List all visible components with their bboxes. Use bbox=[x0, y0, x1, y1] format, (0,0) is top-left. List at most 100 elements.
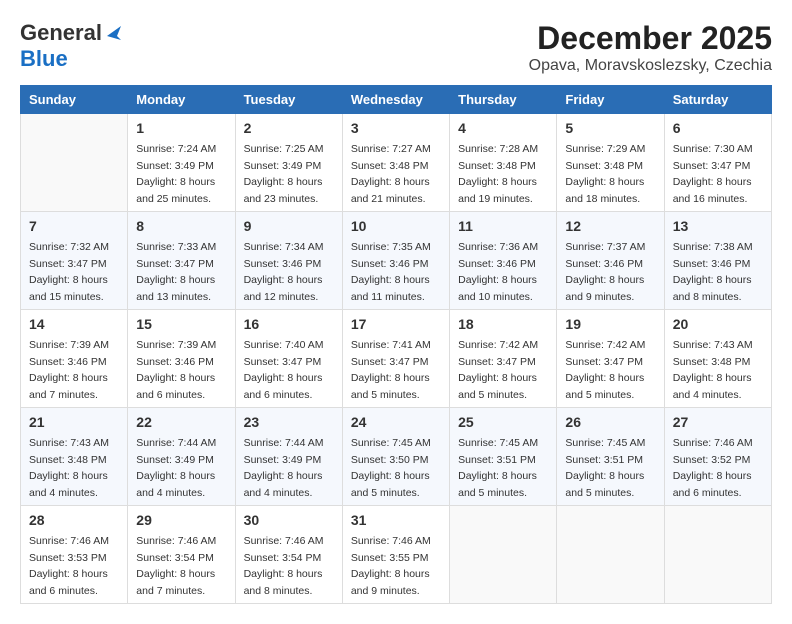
day-number: 2 bbox=[244, 118, 334, 139]
header-sunday: Sunday bbox=[21, 86, 128, 114]
calendar-cell: 17 Sunrise: 7:41 AMSunset: 3:47 PMDayligh… bbox=[342, 310, 449, 408]
day-number: 22 bbox=[136, 412, 226, 433]
day-info: Sunrise: 7:41 AMSunset: 3:47 PMDaylight:… bbox=[351, 339, 431, 401]
week-row-2: 7 Sunrise: 7:32 AMSunset: 3:47 PMDaylight… bbox=[21, 212, 772, 310]
calendar-cell: 23 Sunrise: 7:44 AMSunset: 3:49 PMDayligh… bbox=[235, 408, 342, 506]
day-number: 20 bbox=[673, 314, 763, 335]
day-number: 14 bbox=[29, 314, 119, 335]
day-info: Sunrise: 7:32 AMSunset: 3:47 PMDaylight:… bbox=[29, 241, 109, 303]
day-number: 28 bbox=[29, 510, 119, 531]
day-info: Sunrise: 7:46 AMSunset: 3:54 PMDaylight:… bbox=[244, 535, 324, 597]
day-info: Sunrise: 7:45 AMSunset: 3:50 PMDaylight:… bbox=[351, 437, 431, 499]
calendar-cell: 15 Sunrise: 7:39 AMSunset: 3:46 PMDayligh… bbox=[128, 310, 235, 408]
day-number: 30 bbox=[244, 510, 334, 531]
day-number: 12 bbox=[565, 216, 655, 237]
day-info: Sunrise: 7:39 AMSunset: 3:46 PMDaylight:… bbox=[136, 339, 216, 401]
day-info: Sunrise: 7:46 AMSunset: 3:55 PMDaylight:… bbox=[351, 535, 431, 597]
calendar-cell: 9Sunrise: 7:34 AMSunset: 3:46 PMDaylight… bbox=[235, 212, 342, 310]
calendar-cell: 26 Sunrise: 7:45 AMSunset: 3:51 PMDayligh… bbox=[557, 408, 664, 506]
calendar-cell: 13Sunrise: 7:38 AMSunset: 3:46 PMDayligh… bbox=[664, 212, 771, 310]
day-info: Sunrise: 7:28 AMSunset: 3:48 PMDaylight:… bbox=[458, 143, 538, 205]
calendar-cell: 19Sunrise: 7:42 AMSunset: 3:47 PMDayligh… bbox=[557, 310, 664, 408]
day-info: Sunrise: 7:33 AMSunset: 3:47 PMDaylight:… bbox=[136, 241, 216, 303]
day-info: Sunrise: 7:43 AMSunset: 3:48 PMDaylight:… bbox=[29, 437, 109, 499]
header-thursday: Thursday bbox=[450, 86, 557, 114]
calendar-cell: 11 Sunrise: 7:36 AMSunset: 3:46 PMDayligh… bbox=[450, 212, 557, 310]
calendar-cell: 27Sunrise: 7:46 AMSunset: 3:52 PMDayligh… bbox=[664, 408, 771, 506]
calendar-cell: 12 Sunrise: 7:37 AMSunset: 3:46 PMDayligh… bbox=[557, 212, 664, 310]
day-info: Sunrise: 7:44 AMSunset: 3:49 PMDaylight:… bbox=[136, 437, 216, 499]
logo: General Blue bbox=[20, 20, 121, 72]
week-row-1: 1 Sunrise: 7:24 AMSunset: 3:49 PMDaylight… bbox=[21, 114, 772, 212]
day-number: 17 bbox=[351, 314, 441, 335]
calendar-cell: 8 Sunrise: 7:33 AMSunset: 3:47 PMDaylight… bbox=[128, 212, 235, 310]
day-number: 24 bbox=[351, 412, 441, 433]
calendar-cell bbox=[450, 506, 557, 604]
day-number: 15 bbox=[136, 314, 226, 335]
calendar-cell: 3Sunrise: 7:27 AMSunset: 3:48 PMDaylight… bbox=[342, 114, 449, 212]
logo-bird-icon bbox=[103, 22, 121, 40]
calendar-cell: 14 Sunrise: 7:39 AMSunset: 3:46 PMDayligh… bbox=[21, 310, 128, 408]
day-info: Sunrise: 7:43 AMSunset: 3:48 PMDaylight:… bbox=[673, 339, 753, 401]
calendar-cell: 24 Sunrise: 7:45 AMSunset: 3:50 PMDayligh… bbox=[342, 408, 449, 506]
calendar-cell: 1 Sunrise: 7:24 AMSunset: 3:49 PMDaylight… bbox=[128, 114, 235, 212]
day-number: 5 bbox=[565, 118, 655, 139]
day-info: Sunrise: 7:44 AMSunset: 3:49 PMDaylight:… bbox=[244, 437, 324, 499]
logo-general: General bbox=[20, 20, 102, 46]
calendar-cell: 30 Sunrise: 7:46 AMSunset: 3:54 PMDayligh… bbox=[235, 506, 342, 604]
day-number: 1 bbox=[136, 118, 226, 139]
day-number: 29 bbox=[136, 510, 226, 531]
day-info: Sunrise: 7:34 AMSunset: 3:46 PMDaylight:… bbox=[244, 241, 324, 303]
day-number: 4 bbox=[458, 118, 548, 139]
day-info: Sunrise: 7:24 AMSunset: 3:49 PMDaylight:… bbox=[136, 143, 216, 205]
day-number: 21 bbox=[29, 412, 119, 433]
day-number: 6 bbox=[673, 118, 763, 139]
day-info: Sunrise: 7:25 AMSunset: 3:49 PMDaylight:… bbox=[244, 143, 324, 205]
calendar-cell: 28 Sunrise: 7:46 AMSunset: 3:53 PMDayligh… bbox=[21, 506, 128, 604]
day-info: Sunrise: 7:29 AMSunset: 3:48 PMDaylight:… bbox=[565, 143, 645, 205]
week-row-4: 21 Sunrise: 7:43 AMSunset: 3:48 PMDayligh… bbox=[21, 408, 772, 506]
week-row-3: 14 Sunrise: 7:39 AMSunset: 3:46 PMDayligh… bbox=[21, 310, 772, 408]
calendar-cell: 6 Sunrise: 7:30 AMSunset: 3:47 PMDaylight… bbox=[664, 114, 771, 212]
calendar-subtitle: Opava, Moravskoslezsky, Czechia bbox=[529, 57, 772, 75]
title-block: December 2025 Opava, Moravskoslezsky, Cz… bbox=[529, 20, 772, 75]
day-number: 8 bbox=[136, 216, 226, 237]
calendar-cell: 25Sunrise: 7:45 AMSunset: 3:51 PMDayligh… bbox=[450, 408, 557, 506]
day-number: 16 bbox=[244, 314, 334, 335]
day-info: Sunrise: 7:39 AMSunset: 3:46 PMDaylight:… bbox=[29, 339, 109, 401]
calendar-header-row: SundayMondayTuesdayWednesdayThursdayFrid… bbox=[21, 86, 772, 114]
day-info: Sunrise: 7:30 AMSunset: 3:47 PMDaylight:… bbox=[673, 143, 753, 205]
day-number: 23 bbox=[244, 412, 334, 433]
day-number: 13 bbox=[673, 216, 763, 237]
day-number: 31 bbox=[351, 510, 441, 531]
day-info: Sunrise: 7:42 AMSunset: 3:47 PMDaylight:… bbox=[458, 339, 538, 401]
day-info: Sunrise: 7:46 AMSunset: 3:54 PMDaylight:… bbox=[136, 535, 216, 597]
calendar-cell: 10 Sunrise: 7:35 AMSunset: 3:46 PMDayligh… bbox=[342, 212, 449, 310]
day-info: Sunrise: 7:42 AMSunset: 3:47 PMDaylight:… bbox=[565, 339, 645, 401]
calendar-cell: 7 Sunrise: 7:32 AMSunset: 3:47 PMDaylight… bbox=[21, 212, 128, 310]
day-number: 27 bbox=[673, 412, 763, 433]
calendar-cell: 16Sunrise: 7:40 AMSunset: 3:47 PMDayligh… bbox=[235, 310, 342, 408]
day-number: 7 bbox=[29, 216, 119, 237]
calendar-cell: 22 Sunrise: 7:44 AMSunset: 3:49 PMDayligh… bbox=[128, 408, 235, 506]
day-number: 10 bbox=[351, 216, 441, 237]
day-info: Sunrise: 7:45 AMSunset: 3:51 PMDaylight:… bbox=[565, 437, 645, 499]
page-header: General Blue December 2025 Opava, Moravs… bbox=[20, 20, 772, 75]
calendar-cell: 20 Sunrise: 7:43 AMSunset: 3:48 PMDayligh… bbox=[664, 310, 771, 408]
day-info: Sunrise: 7:46 AMSunset: 3:53 PMDaylight:… bbox=[29, 535, 109, 597]
day-number: 11 bbox=[458, 216, 548, 237]
calendar-cell: 21 Sunrise: 7:43 AMSunset: 3:48 PMDayligh… bbox=[21, 408, 128, 506]
calendar-cell bbox=[21, 114, 128, 212]
day-info: Sunrise: 7:36 AMSunset: 3:46 PMDaylight:… bbox=[458, 241, 538, 303]
calendar-cell: 2 Sunrise: 7:25 AMSunset: 3:49 PMDaylight… bbox=[235, 114, 342, 212]
day-number: 25 bbox=[458, 412, 548, 433]
day-info: Sunrise: 7:37 AMSunset: 3:46 PMDaylight:… bbox=[565, 241, 645, 303]
calendar-cell: 5 Sunrise: 7:29 AMSunset: 3:48 PMDaylight… bbox=[557, 114, 664, 212]
calendar-cell: 18 Sunrise: 7:42 AMSunset: 3:47 PMDayligh… bbox=[450, 310, 557, 408]
header-saturday: Saturday bbox=[664, 86, 771, 114]
day-info: Sunrise: 7:35 AMSunset: 3:46 PMDaylight:… bbox=[351, 241, 431, 303]
logo-blue: Blue bbox=[20, 46, 68, 71]
day-number: 26 bbox=[565, 412, 655, 433]
day-number: 18 bbox=[458, 314, 548, 335]
calendar-cell: 29 Sunrise: 7:46 AMSunset: 3:54 PMDayligh… bbox=[128, 506, 235, 604]
